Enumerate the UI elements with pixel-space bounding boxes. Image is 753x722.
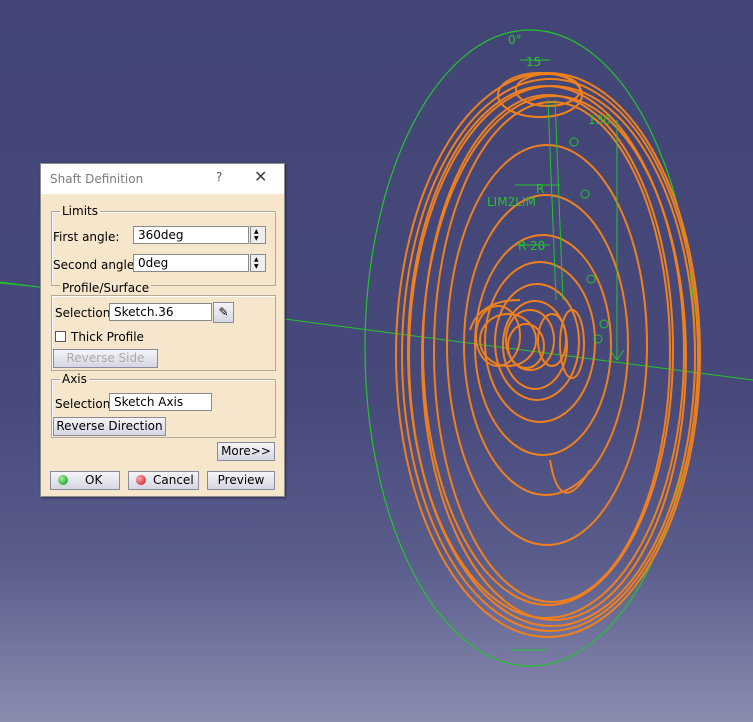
shaft-definition-dialog: Shaft Definition ? ✕ Limits First angle:… <box>40 163 285 497</box>
ok-icon <box>58 475 68 485</box>
thick-profile-label: Thick Profile <box>71 330 144 344</box>
close-icon[interactable]: ✕ <box>254 167 267 186</box>
ok-label: OK <box>85 473 103 487</box>
first-angle-spinner[interactable]: ▲ ▼ <box>250 226 266 244</box>
dim-label-130: 130 <box>588 113 611 127</box>
spin-down-icon[interactable]: ▼ <box>254 236 259 242</box>
profile-selection-input[interactable]: Sketch.36 <box>109 303 212 321</box>
profile-legend: Profile/Surface <box>60 281 152 295</box>
dialog-title: Shaft Definition <box>50 172 144 186</box>
lim2lim-label: LIM2LIM <box>487 195 536 209</box>
second-angle-input[interactable]: 0deg <box>133 254 249 272</box>
dim-label-15: 15 <box>526 55 541 69</box>
axis-selection-input[interactable]: Sketch Axis <box>109 393 212 411</box>
axis-selection-label: Selection: <box>55 397 115 411</box>
angle-label: 0° <box>508 33 522 47</box>
second-angle-label: Second angle: <box>53 258 139 272</box>
dim-label-20: 20 <box>530 239 545 253</box>
profile-selection-label: Selection: <box>55 306 115 320</box>
sketcher-icon[interactable]: ✎ <box>213 302 234 323</box>
dialog-titlebar: Shaft Definition ? ✕ <box>41 164 284 194</box>
second-angle-spinner[interactable]: ▲ ▼ <box>250 254 266 272</box>
cancel-label: Cancel <box>153 473 194 487</box>
spin-down-icon[interactable]: ▼ <box>254 264 259 270</box>
reverse-side-button: Reverse Side <box>53 349 158 368</box>
radius-label-2: R <box>518 239 526 253</box>
ok-button[interactable]: OK <box>50 471 120 490</box>
preview-button[interactable]: Preview <box>207 471 275 490</box>
cancel-button[interactable]: Cancel <box>128 471 199 490</box>
help-icon[interactable]: ? <box>216 170 222 184</box>
wheel-geometry <box>395 72 701 638</box>
cancel-icon <box>136 475 146 485</box>
more-button[interactable]: More>> <box>217 442 275 461</box>
thick-profile-checkbox[interactable] <box>55 331 66 342</box>
first-angle-input[interactable]: 360deg <box>133 226 249 244</box>
radius-label: R <box>536 182 544 196</box>
limits-legend: Limits <box>60 204 100 218</box>
axis-legend: Axis <box>60 372 89 386</box>
first-angle-label: First angle: <box>53 230 120 244</box>
limits-group <box>51 211 276 286</box>
reverse-direction-button[interactable]: Reverse Direction <box>53 417 166 436</box>
